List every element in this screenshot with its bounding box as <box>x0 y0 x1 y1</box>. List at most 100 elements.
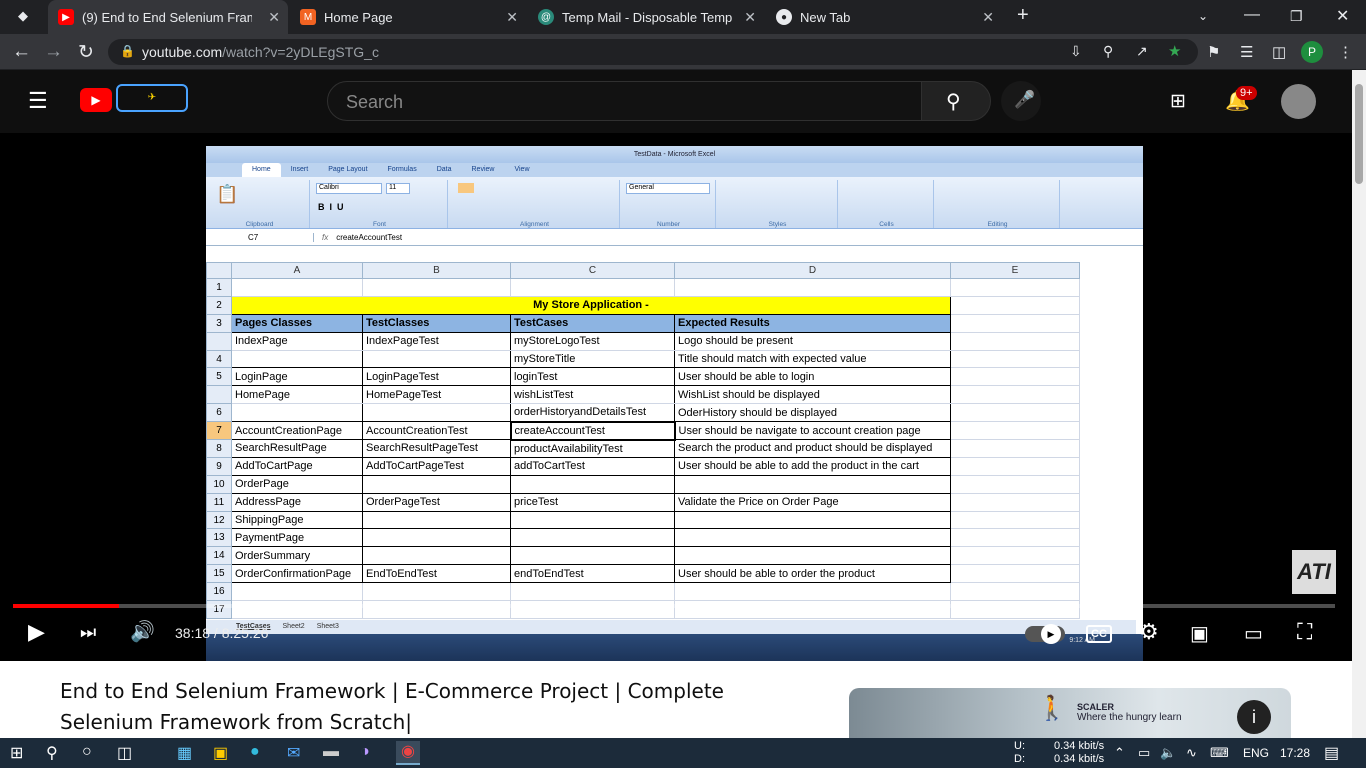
youtube-doodle-icon[interactable]: ✈ <box>116 84 188 112</box>
mail-icon[interactable]: ✉ <box>287 743 300 763</box>
hamburger-menu-icon[interactable]: ☰ <box>28 88 48 114</box>
autoplay-toggle[interactable]: ▶ <box>1025 624 1065 644</box>
table-cell <box>362 349 511 369</box>
extensions-icon[interactable]: ⚑ <box>1207 43 1220 61</box>
ad-banner[interactable]: 🚶 SCALER Where the hungry learn i <box>849 688 1291 739</box>
keyboard-icon[interactable]: ⌨ <box>1210 745 1229 761</box>
app-icon[interactable]: ▬ <box>323 743 339 761</box>
edge-icon[interactable]: ● <box>250 743 260 761</box>
reload-icon[interactable]: ↻ <box>78 41 94 64</box>
settings-gear-icon[interactable]: ⚙ <box>1139 619 1159 645</box>
table-cell: loginTest <box>510 367 675 387</box>
fullscreen-icon[interactable]: ⛶ <box>1297 619 1312 645</box>
ribbon-tab: Data <box>436 166 452 173</box>
table-cell: User should be able to order the product <box>674 564 951 584</box>
table-cell <box>510 528 675 548</box>
play-icon[interactable]: ▶ <box>28 619 45 645</box>
create-video-icon[interactable]: ⊞ <box>1170 90 1186 113</box>
video-player[interactable]: TestData - Microsoft Excel Home Insert Pag… <box>0 133 1352 661</box>
table-cell: OrderConfirmationPage <box>231 564 363 584</box>
table-cell <box>950 403 1080 423</box>
account-avatar[interactable] <box>1281 84 1316 119</box>
side-panel-icon[interactable]: ◫ <box>1272 43 1286 61</box>
share-icon[interactable]: ↗ <box>1136 43 1148 60</box>
task-view-icon[interactable]: ◫ <box>117 743 132 763</box>
windows-taskbar: ⊞ ⚲ ○ ◫ ▦ ▣ ● ✉ ▬ ◑ ◉ U: D: 0.34 kbit/s 0.… <box>0 738 1366 768</box>
cortana-icon[interactable]: ○ <box>82 743 92 761</box>
tray-chevron-icon[interactable]: ⌃ <box>1114 745 1125 761</box>
page-scrollbar[interactable] <box>1352 70 1366 738</box>
windows-start-icon[interactable]: ⊞ <box>10 743 23 763</box>
table-cell: IndexPage <box>231 331 363 351</box>
zoom-icon[interactable]: ⚲ <box>1103 43 1113 60</box>
youtube-logo-icon[interactable]: ▶ <box>80 88 112 112</box>
notification-center-icon[interactable]: ▤ <box>1324 743 1339 763</box>
install-icon[interactable]: ⇩ <box>1070 43 1082 60</box>
media-control-icon[interactable]: ☰ <box>1240 43 1253 61</box>
eclipse-icon[interactable]: ◑ <box>360 743 370 761</box>
voice-search-button[interactable]: 🎤 <box>1001 81 1041 121</box>
video-progress-bar[interactable] <box>13 604 1335 608</box>
clock[interactable]: 17:28 <box>1280 746 1310 760</box>
tab-new-tab[interactable]: ● New Tab ✕ <box>766 0 1002 34</box>
table-cell: SearchResultPage <box>231 439 363 458</box>
profile-avatar[interactable]: P <box>1301 41 1323 63</box>
search-input[interactable]: Search <box>327 81 922 121</box>
table-cell <box>510 474 675 494</box>
table-cell <box>362 510 511 530</box>
miniplayer-icon[interactable]: ▣ <box>1190 621 1209 646</box>
table-row: 9 AddToCartPage AddToCartPageTest addToCart… <box>206 456 1080 476</box>
back-icon[interactable]: ← <box>12 41 31 63</box>
tab-youtube[interactable]: ▶ (9) End to End Selenium Framewo ✕ <box>48 0 288 34</box>
battery-icon[interactable]: ▭ <box>1138 745 1150 761</box>
table-cell: productAvailabilityTest <box>510 439 675 458</box>
table-row: 7 AccountCreationPage AccountCreationTest c… <box>206 420 1080 441</box>
close-tab-icon[interactable]: ✕ <box>982 9 994 26</box>
url-input[interactable]: 🔒 youtube.com/watch?v=2yDLEgSTG_c ⇩ ⚲ ↗ … <box>108 39 1198 65</box>
table-cell: myStoreLogoTest <box>510 331 675 351</box>
row-header: 16 <box>206 582 232 602</box>
close-tab-icon[interactable]: ✕ <box>744 9 756 26</box>
store-icon[interactable]: ▣ <box>213 743 228 763</box>
chrome-taskbar-icon[interactable]: ◉ <box>396 741 420 765</box>
captions-button[interactable]: CC <box>1086 625 1112 643</box>
scrollbar-thumb[interactable] <box>1355 84 1363 184</box>
row-header: 4 <box>206 349 232 369</box>
table-row: HomePage HomePageTest wishListTest WishList… <box>206 385 1080 405</box>
row-header: 8 <box>206 439 232 458</box>
table-cell <box>231 582 363 602</box>
tab-home-page[interactable]: M Home Page ✕ <box>290 0 526 34</box>
minimize-icon[interactable]: — <box>1244 6 1260 24</box>
table-cell <box>510 582 675 602</box>
browser-menu-icon[interactable]: ◆ <box>18 8 28 24</box>
volume-icon[interactable]: 🔊 <box>130 619 155 644</box>
browser-more-icon[interactable]: ⋮ <box>1338 43 1353 61</box>
table-cell <box>950 349 1080 369</box>
row-header: 1 <box>206 278 232 297</box>
table-cell: AddToCartPageTest <box>362 456 511 476</box>
theater-mode-icon[interactable]: ▭ <box>1244 621 1263 646</box>
channel-watermark[interactable]: ATI <box>1292 550 1336 594</box>
wifi-icon[interactable]: ∿ <box>1186 745 1197 761</box>
close-tab-icon[interactable]: ✕ <box>268 9 280 26</box>
search-taskbar-icon[interactable]: ⚲ <box>46 743 58 763</box>
restore-icon[interactable]: ❐ <box>1290 8 1303 25</box>
info-icon[interactable]: i <box>1237 700 1271 734</box>
corner-cell <box>206 262 232 279</box>
new-tab-button[interactable]: + <box>1017 4 1029 27</box>
forward-icon[interactable]: → <box>44 41 63 63</box>
close-window-icon[interactable]: ✕ <box>1336 6 1349 26</box>
language-indicator[interactable]: ENG <box>1243 746 1269 760</box>
next-icon[interactable]: ⏭ <box>80 622 96 643</box>
tab-search-icon[interactable]: ⌄ <box>1198 9 1208 23</box>
ad-brand: SCALER <box>1077 702 1115 712</box>
table-row: 12 ShippingPage <box>206 510 1080 530</box>
volume-tray-icon[interactable]: 🔈 <box>1160 745 1176 761</box>
monitor-app-icon[interactable]: ▦ <box>177 743 192 763</box>
bookmark-star-icon[interactable]: ★ <box>1168 42 1181 60</box>
close-tab-icon[interactable]: ✕ <box>506 9 518 26</box>
tab-temp-mail[interactable]: @ Temp Mail - Disposable Tempora ✕ <box>528 0 764 34</box>
search-button[interactable]: ⚲ <box>921 81 991 121</box>
table-cell <box>950 421 1080 441</box>
row-header: 12 <box>206 510 232 530</box>
